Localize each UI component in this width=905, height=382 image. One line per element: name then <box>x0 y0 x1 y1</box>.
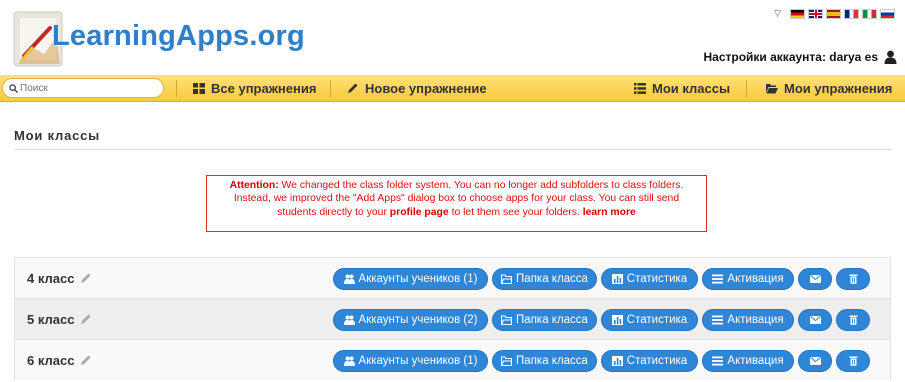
users-icon <box>343 356 355 366</box>
class-folder-label: Папка класса <box>516 273 588 285</box>
menu-icon <box>712 356 724 366</box>
language-selector[interactable]: ▽ <box>774 8 895 19</box>
search-input[interactable] <box>20 82 160 94</box>
account-settings[interactable]: Настройки аккаунта: darya es <box>703 50 897 64</box>
users-icon <box>343 274 355 284</box>
class-row: 5 класс Аккаунты учеников (2) Папка клас… <box>14 298 891 339</box>
class-name: 6 класс <box>27 352 75 368</box>
folder-icon <box>501 356 513 366</box>
list-icon <box>634 83 646 94</box>
activation-label: Активация <box>727 273 784 285</box>
bar-chart-icon <box>611 356 623 366</box>
statistics-label: Статистика <box>626 314 688 326</box>
trash-icon <box>849 315 857 325</box>
search-icon <box>9 83 18 93</box>
divider <box>14 149 891 150</box>
nav-my-exercises[interactable]: Мои упражнения <box>766 75 892 102</box>
flag-es-icon[interactable] <box>826 8 841 19</box>
page-title: Мои классы <box>14 128 101 143</box>
nav-new-exercise-label: Новое упражнение <box>365 81 487 96</box>
flag-fr-icon[interactable] <box>844 8 859 19</box>
student-accounts-label: Аккаунты учеников (1) <box>358 355 478 367</box>
mail-button[interactable] <box>798 309 832 331</box>
notice-prefix: Attention: <box>229 180 279 191</box>
class-folder-label: Папка класса <box>516 314 588 326</box>
activation-button[interactable]: Активация <box>702 268 794 290</box>
class-folder-button[interactable]: Папка класса <box>492 350 597 372</box>
activation-button[interactable]: Активация <box>702 350 794 372</box>
statistics-button[interactable]: Статистика <box>601 268 698 290</box>
statistics-button[interactable]: Статистика <box>601 309 698 331</box>
grid-icon <box>193 83 205 94</box>
nav-my-classes-label: Мои классы <box>652 81 731 96</box>
nav-divider <box>330 80 331 97</box>
nav-divider <box>176 80 177 97</box>
envelope-icon <box>809 316 821 324</box>
delete-button[interactable] <box>836 309 870 331</box>
bar-chart-icon <box>611 274 623 284</box>
flag-it-icon[interactable] <box>862 8 877 19</box>
folder-open-icon <box>766 84 778 94</box>
class-row: 4 класс Аккаунты учеников (1) Папка клас… <box>14 257 891 298</box>
student-accounts-label: Аккаунты учеников (2) <box>358 314 478 326</box>
student-accounts-button[interactable]: Аккаунты учеников (1) <box>333 350 488 372</box>
flag-en-icon[interactable] <box>808 8 823 19</box>
menu-icon <box>712 274 724 284</box>
main-navbar: Все упражнения Новое упражнение Мои клас… <box>0 75 905 102</box>
nav-all-exercises-label: Все упражнения <box>211 81 317 96</box>
class-actions: Аккаунты учеников (1) Папка класса Стати… <box>333 350 870 372</box>
delete-button[interactable] <box>836 268 870 290</box>
envelope-icon <box>809 357 821 365</box>
pencil-icon <box>348 83 358 93</box>
notice-box: Attention: We changed the class folder s… <box>206 175 707 232</box>
class-actions: Аккаунты учеников (2) Папка класса Стати… <box>333 309 870 331</box>
profile-page-link[interactable]: profile page <box>390 207 449 218</box>
nav-all-exercises[interactable]: Все упражнения <box>193 75 316 102</box>
mail-button[interactable] <box>798 350 832 372</box>
class-folder-button[interactable]: Папка класса <box>492 309 597 331</box>
class-list: 4 класс Аккаунты учеников (1) Папка клас… <box>14 257 891 380</box>
users-icon <box>343 315 355 325</box>
class-row: 6 класс Аккаунты учеников (1) Папка клас… <box>14 339 891 380</box>
edit-pencil-icon[interactable] <box>80 313 92 325</box>
envelope-icon <box>809 275 821 283</box>
student-accounts-label: Аккаунты учеников (1) <box>358 273 478 285</box>
statistics-label: Статистика <box>626 273 688 285</box>
class-actions: Аккаунты учеников (1) Папка класса Стати… <box>333 268 870 290</box>
account-label[interactable]: Настройки аккаунта: darya es <box>703 50 878 64</box>
activation-label: Активация <box>727 314 784 326</box>
flag-de-icon[interactable] <box>790 8 805 19</box>
activation-label: Активация <box>727 355 784 367</box>
statistics-label: Статистика <box>626 355 688 367</box>
menu-icon <box>712 315 724 325</box>
delete-button[interactable] <box>836 350 870 372</box>
edit-pencil-icon[interactable] <box>80 354 92 366</box>
nav-my-classes[interactable]: Мои классы <box>634 75 730 102</box>
student-accounts-button[interactable]: Аккаунты учеников (2) <box>333 309 488 331</box>
class-folder-label: Папка класса <box>516 355 588 367</box>
statistics-button[interactable]: Статистика <box>601 350 698 372</box>
user-icon[interactable] <box>884 50 897 64</box>
notice-text-2: to let them see your folders. <box>448 206 583 218</box>
trash-icon <box>849 356 857 366</box>
class-name: 5 класс <box>27 311 75 327</box>
class-name: 4 класс <box>27 270 75 286</box>
learn-more-link[interactable]: learn more <box>583 207 636 218</box>
flag-ru-icon[interactable] <box>880 8 895 19</box>
nav-divider <box>746 80 747 97</box>
mail-button[interactable] <box>798 268 832 290</box>
logo-text[interactable]: LearningApps.org <box>52 20 305 53</box>
folder-icon <box>501 315 513 325</box>
nav-my-exercises-label: Мои упражнения <box>784 81 893 96</box>
folder-icon <box>501 274 513 284</box>
trash-icon <box>849 274 857 284</box>
class-folder-button[interactable]: Папка класса <box>492 268 597 290</box>
edit-pencil-icon[interactable] <box>80 272 92 284</box>
student-accounts-button[interactable]: Аккаунты учеников (1) <box>333 268 488 290</box>
search-box[interactable] <box>2 78 164 98</box>
nav-new-exercise[interactable]: Новое упражнение <box>347 75 487 102</box>
activation-button[interactable]: Активация <box>702 309 794 331</box>
dropdown-arrow-icon[interactable]: ▽ <box>774 8 781 19</box>
bar-chart-icon <box>611 315 623 325</box>
